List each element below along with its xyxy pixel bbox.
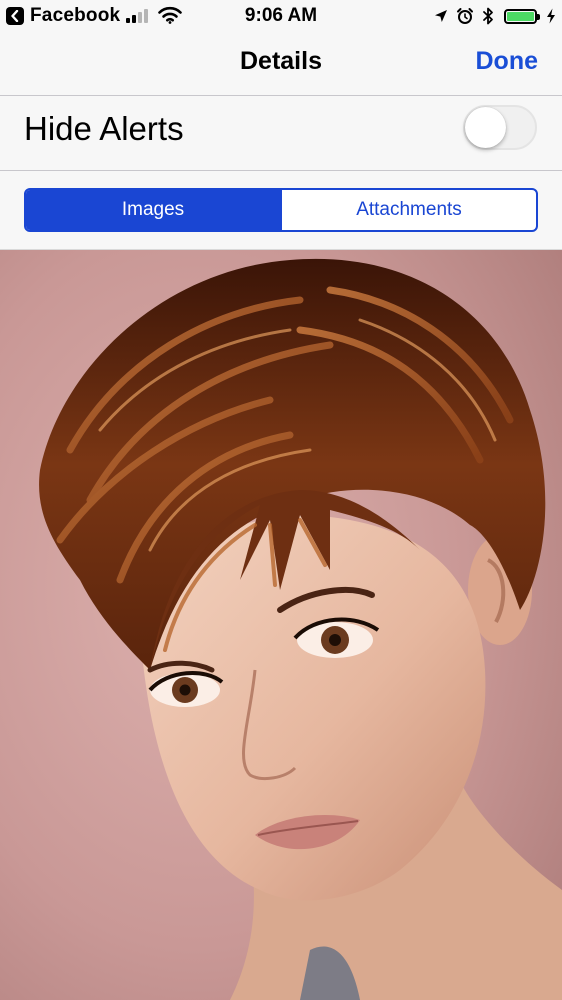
alarm-icon xyxy=(456,7,474,25)
portrait-illustration xyxy=(0,250,562,1000)
segment-bar: Images Attachments xyxy=(0,171,562,250)
hide-alerts-toggle[interactable] xyxy=(463,105,537,150)
hide-alerts-row: Hide Alerts xyxy=(0,96,562,171)
hide-alerts-label: Hide Alerts xyxy=(24,110,184,147)
status-icons xyxy=(426,5,556,27)
battery-icon xyxy=(504,8,540,24)
segmented-control: Images Attachments xyxy=(24,188,538,232)
done-button[interactable]: Done xyxy=(476,47,539,76)
toggle-knob xyxy=(465,107,506,148)
location-arrow-icon xyxy=(434,9,448,23)
portrait-photo[interactable] xyxy=(0,250,562,1000)
navigation-bar: Details Done xyxy=(0,32,562,96)
charging-bolt-icon xyxy=(546,8,556,24)
tab-images[interactable]: Images xyxy=(26,190,280,230)
tab-attachments[interactable]: Attachments xyxy=(280,190,536,230)
bluetooth-icon xyxy=(482,7,494,25)
status-bar: Facebook 9:06 AM xyxy=(0,0,562,32)
